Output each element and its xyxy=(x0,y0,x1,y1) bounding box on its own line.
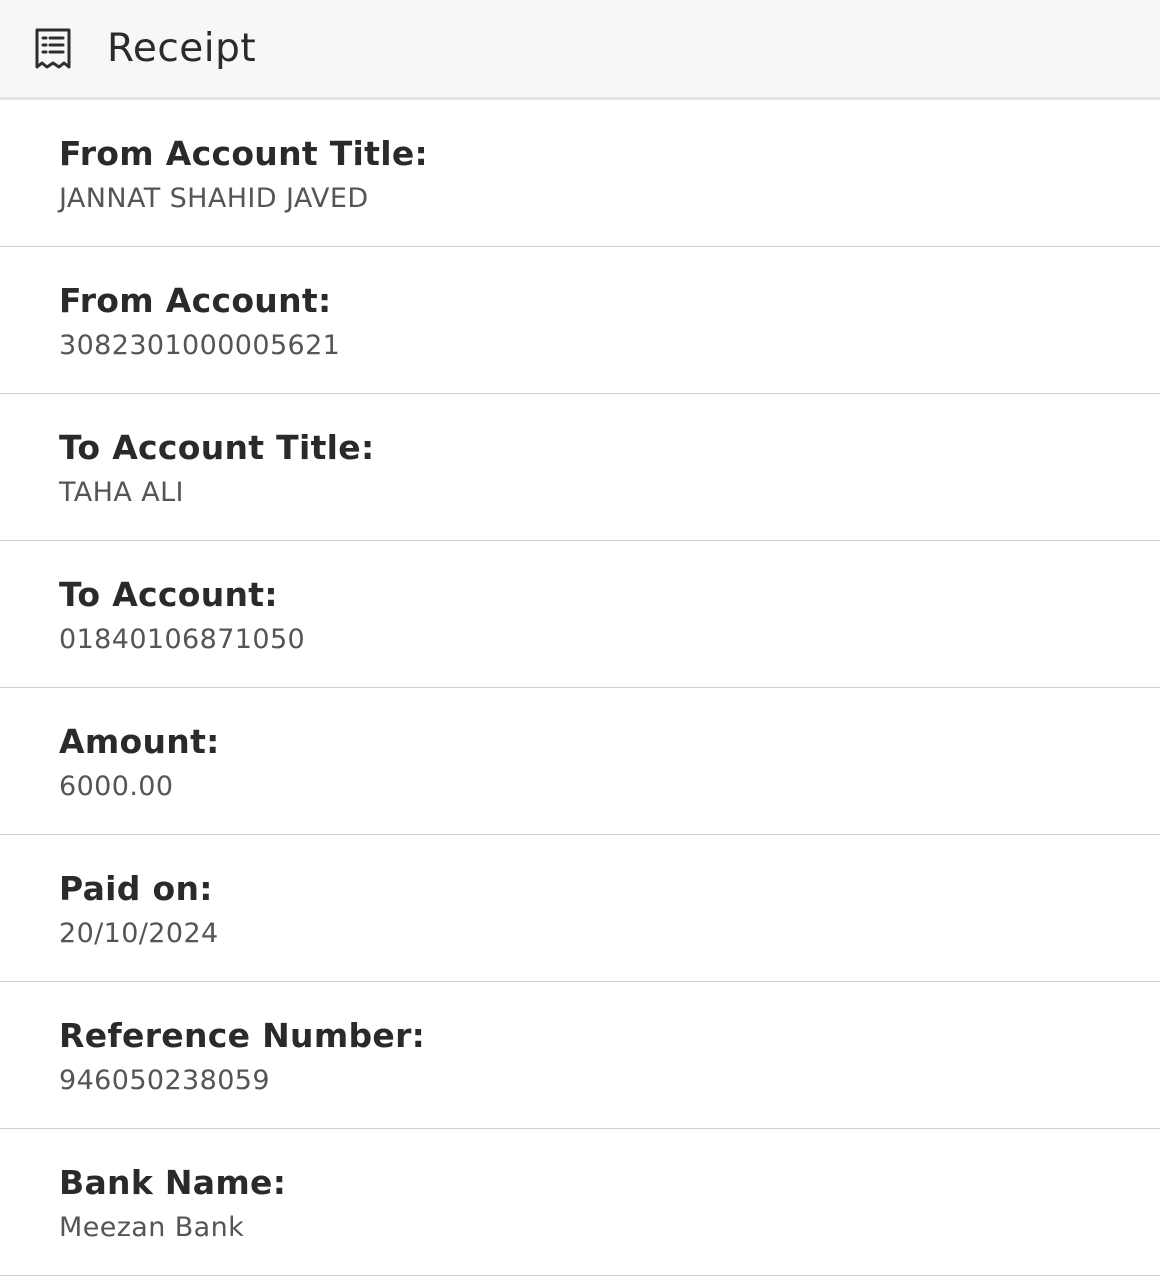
detail-row-reference-number: Reference Number: 946050238059 xyxy=(0,982,1160,1129)
page-title: Receipt xyxy=(107,26,257,71)
detail-row-amount: Amount: 6000.00 xyxy=(0,688,1160,835)
detail-value: 946050238059 xyxy=(59,1065,270,1096)
detail-label: From Account: xyxy=(59,281,332,320)
detail-value: 20/10/2024 xyxy=(59,918,219,949)
detail-value: 01840106871050 xyxy=(59,624,306,655)
detail-label: Reference Number: xyxy=(59,1016,426,1055)
receipt-details-list: From Account Title: JANNAT SHAHID JAVED … xyxy=(0,100,1160,1276)
detail-row-to-account-title: To Account Title: TAHA ALI xyxy=(0,394,1160,541)
detail-row-from-account: From Account: 3082301000005621 xyxy=(0,247,1160,394)
detail-value: Meezan Bank xyxy=(59,1212,245,1243)
detail-row-paid-on: Paid on: 20/10/2024 xyxy=(0,835,1160,982)
detail-label: Paid on: xyxy=(59,869,213,908)
detail-row-from-account-title: From Account Title: JANNAT SHAHID JAVED xyxy=(0,100,1160,247)
detail-value: 3082301000005621 xyxy=(59,330,341,361)
detail-label: To Account Title: xyxy=(59,428,375,467)
detail-label: Amount: xyxy=(59,722,220,761)
detail-label: Bank Name: xyxy=(59,1163,287,1202)
detail-label: From Account Title: xyxy=(59,134,429,173)
detail-value: JANNAT SHAHID JAVED xyxy=(59,183,369,214)
detail-row-bank-name: Bank Name: Meezan Bank xyxy=(0,1129,1160,1276)
detail-value: TAHA ALI xyxy=(59,477,184,508)
receipt-header: Receipt xyxy=(0,0,1160,100)
receipt-icon xyxy=(33,27,73,71)
detail-label: To Account: xyxy=(59,575,278,614)
detail-row-to-account: To Account: 01840106871050 xyxy=(0,541,1160,688)
detail-value: 6000.00 xyxy=(59,771,174,802)
